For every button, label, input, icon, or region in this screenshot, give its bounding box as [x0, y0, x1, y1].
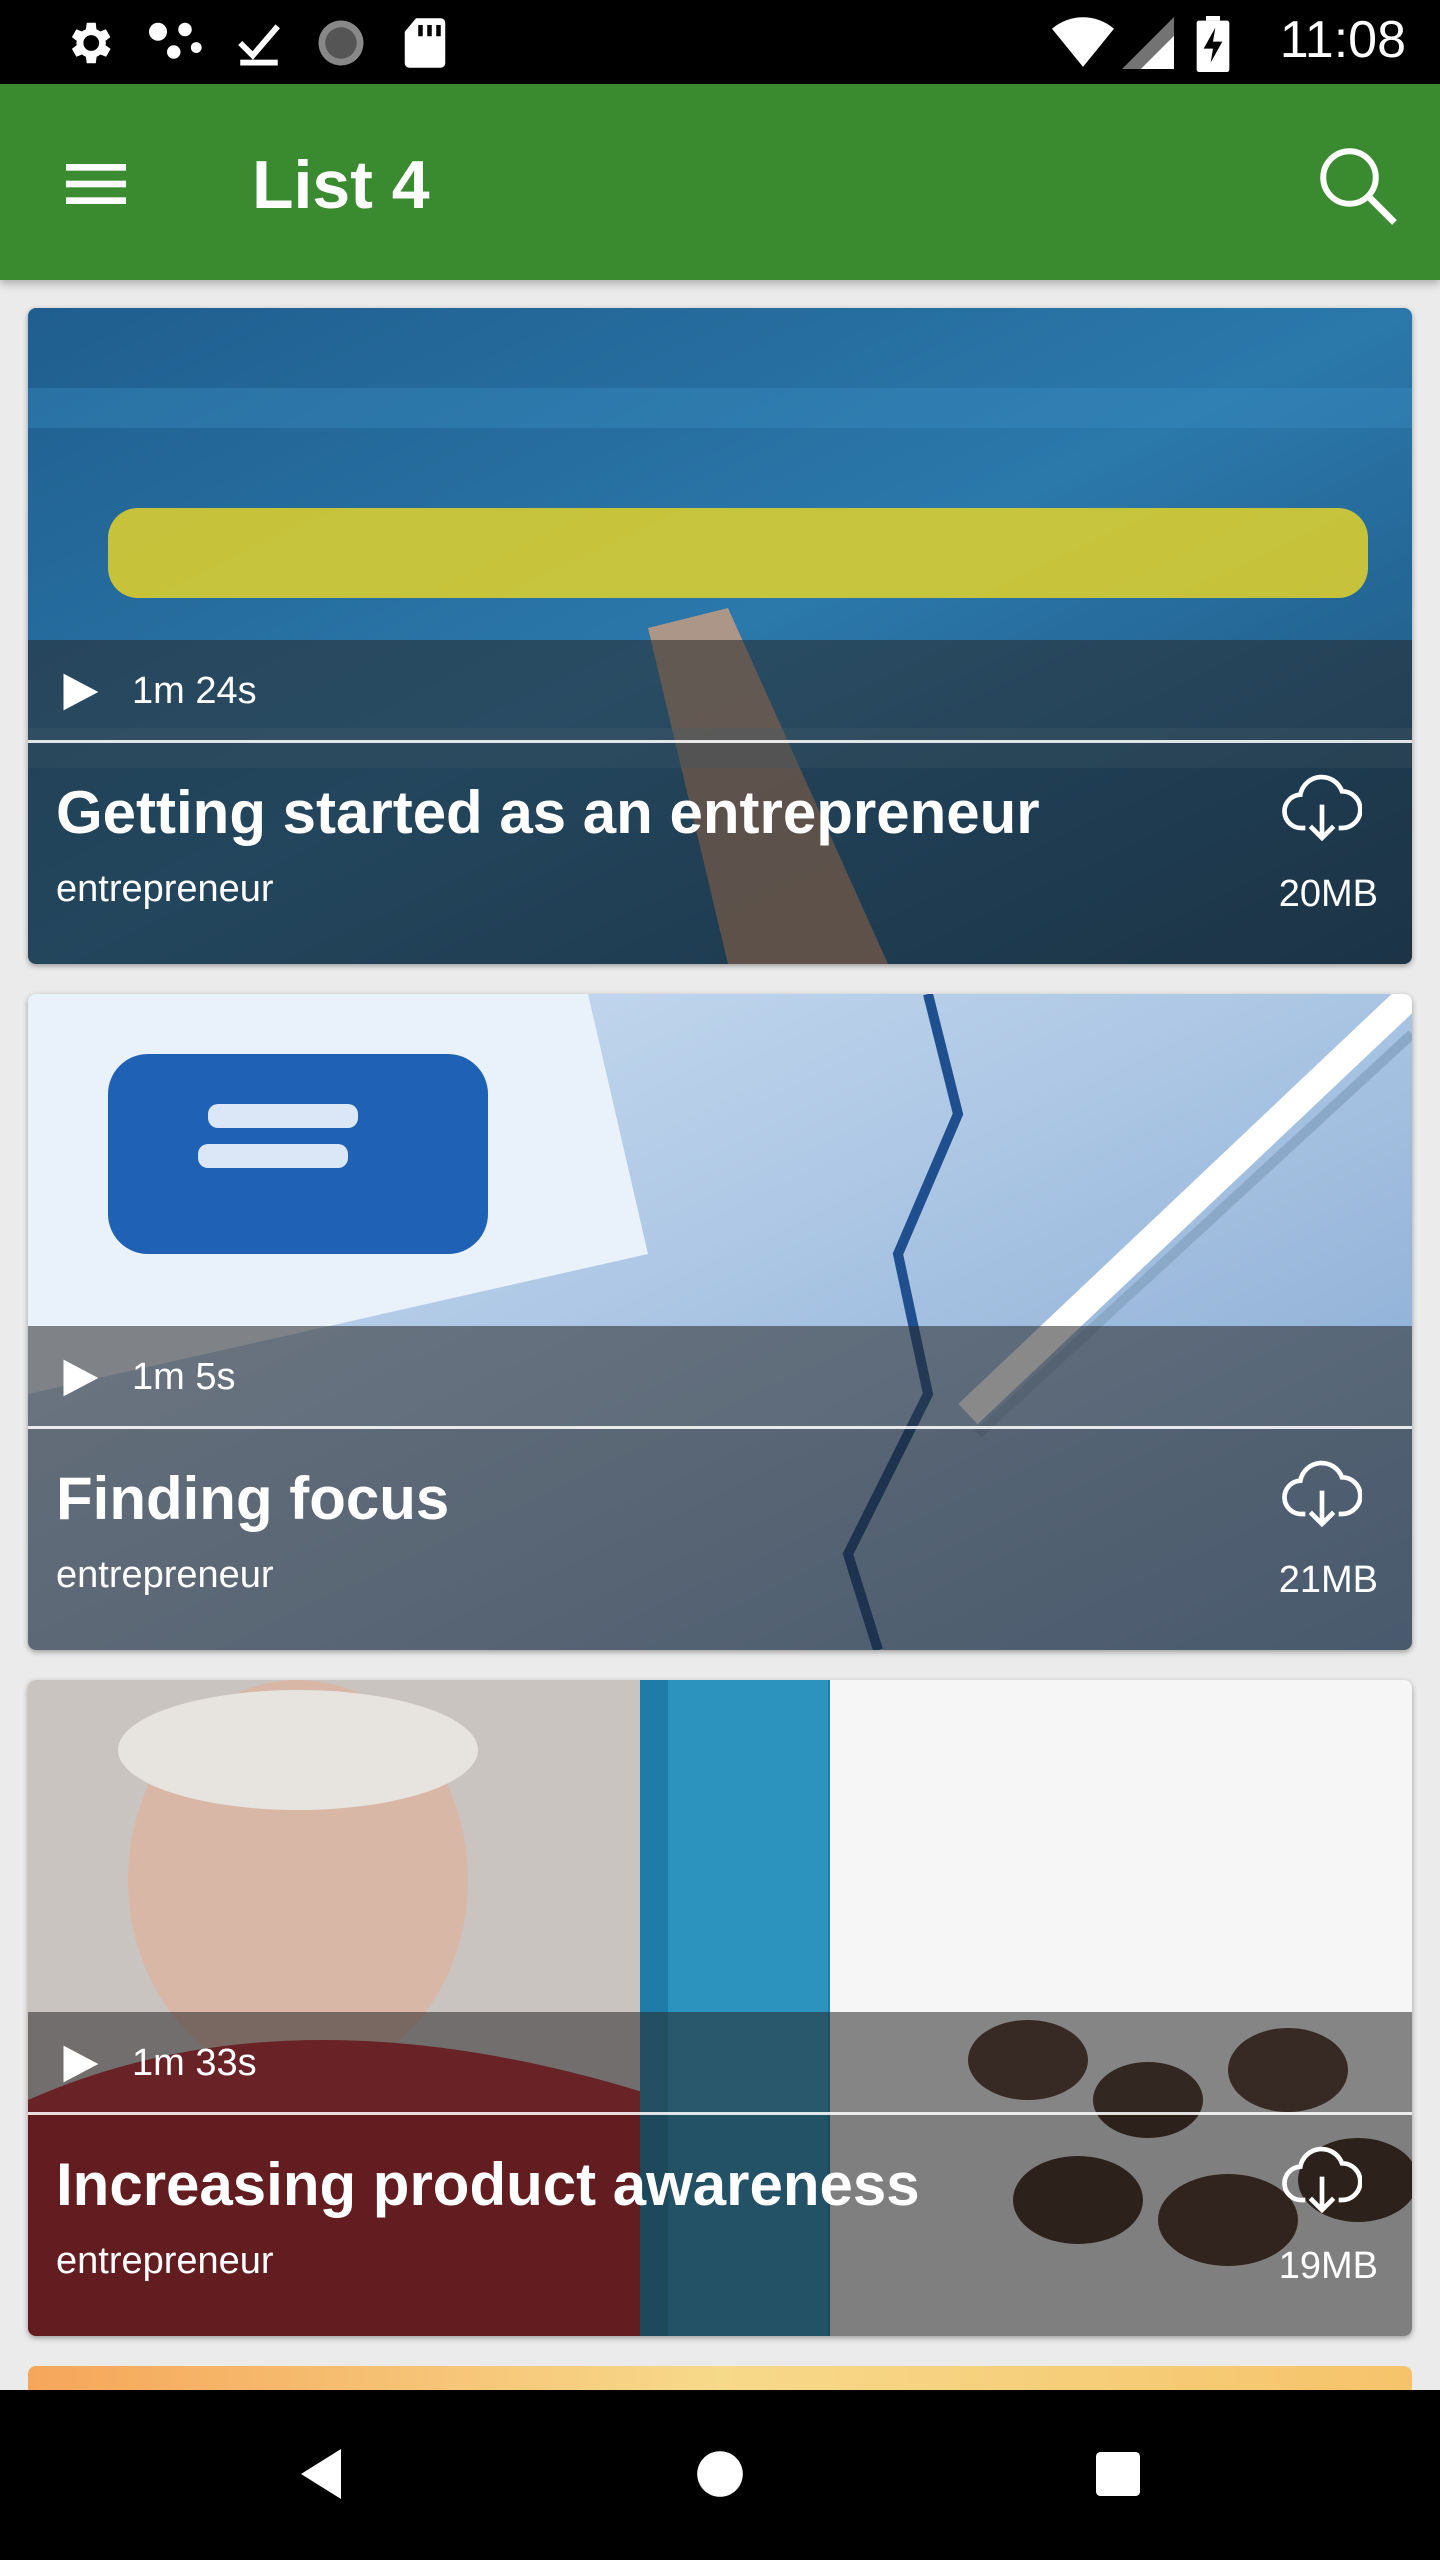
video-card[interactable]: 1m 5s Finding focus entrepreneur 21MB [28, 994, 1412, 1650]
cloud-download-icon[interactable] [1282, 1454, 1362, 1534]
video-title: Getting started as an entrepreneur [56, 779, 1040, 846]
back-icon[interactable] [296, 2446, 346, 2502]
app-bar: List 4 [0, 84, 1440, 280]
status-time: 11:08 [1279, 11, 1406, 69]
file-size: 19MB [1278, 2245, 1378, 2287]
play-icon[interactable] [58, 1356, 102, 1400]
signal-icon [1122, 17, 1174, 69]
card-info [28, 743, 1412, 964]
cloud-download-icon[interactable] [1282, 2140, 1362, 2220]
page-title: List 4 [252, 147, 430, 223]
battery-charging-icon [1196, 16, 1230, 72]
video-title: Finding focus [56, 1465, 450, 1532]
recents-icon[interactable] [1096, 2452, 1140, 2496]
video-duration: 1m 24s [132, 670, 257, 712]
video-category: entrepreneur [56, 1554, 274, 1596]
file-size: 20MB [1278, 873, 1378, 915]
file-size: 21MB [1278, 1559, 1378, 1601]
sd-card-icon [404, 18, 446, 68]
duration-strip: 1m 24s [28, 640, 1412, 743]
video-duration: 1m 33s [132, 2042, 257, 2084]
video-duration: 1m 5s [132, 1356, 236, 1398]
search-icon[interactable] [1312, 140, 1402, 230]
play-icon[interactable] [58, 2042, 102, 2086]
hamburger-menu-icon[interactable] [56, 144, 136, 224]
video-category: entrepreneur [56, 868, 274, 910]
status-bar: 11:08 [0, 0, 1440, 84]
cloud-download-icon[interactable] [1282, 768, 1362, 848]
video-title: Increasing product awareness [56, 2151, 920, 2218]
duration-strip: 1m 33s [28, 2012, 1412, 2115]
check-download-icon [238, 24, 280, 66]
card-info [28, 1429, 1412, 1650]
spinner-icon [318, 20, 364, 66]
video-card[interactable]: 1m 33s Increasing product awareness entr… [28, 1680, 1412, 2336]
card-info [28, 2115, 1412, 2336]
settings-icon [71, 22, 111, 64]
dots-icon [149, 22, 202, 59]
next-video-card[interactable] [28, 2366, 1412, 2390]
duration-strip: 1m 5s [28, 1326, 1412, 1429]
navigation-bar [0, 2390, 1440, 2560]
video-list: 1m 24s Getting started as an entrepreneu… [0, 280, 1440, 2390]
play-icon[interactable] [58, 670, 102, 714]
video-category: entrepreneur [56, 2240, 274, 2282]
home-icon[interactable] [696, 2450, 744, 2498]
video-card[interactable]: 1m 24s Getting started as an entrepreneu… [28, 308, 1412, 964]
wifi-icon [1052, 17, 1114, 67]
